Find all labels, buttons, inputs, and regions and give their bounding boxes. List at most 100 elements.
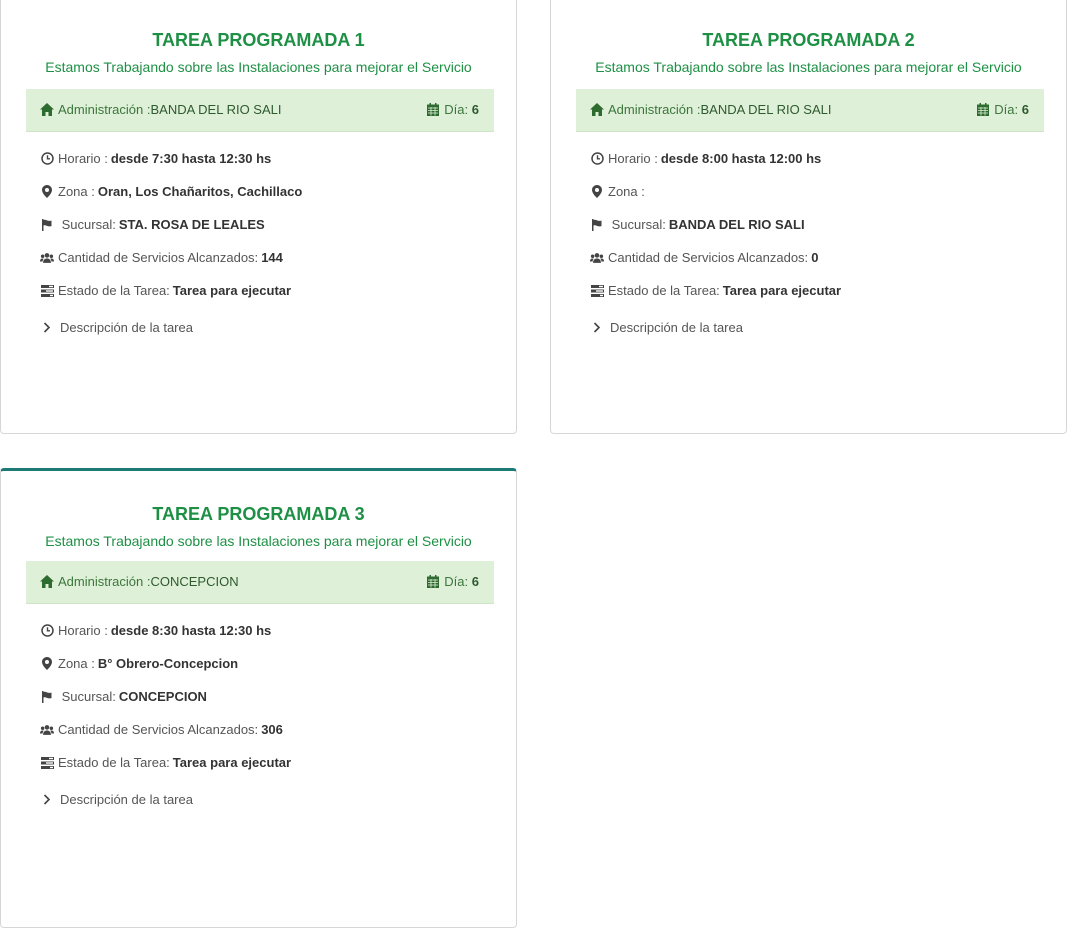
chevron-right-icon xyxy=(40,794,54,805)
descripcion-label: Descripción de la tarea xyxy=(60,792,193,807)
zona-value: Oran, Los Chañaritos, Cachillaco xyxy=(97,184,303,199)
dia-label: Día: xyxy=(994,102,1019,117)
horario-value: desde 8:30 hasta 12:30 hs xyxy=(110,623,272,638)
estado-row: Estado de la Tarea: Tarea para ejecutar xyxy=(40,746,291,779)
admin-label: Administración : xyxy=(58,102,151,117)
task-card-3: TAREA PROGRAMADA 3 Estamos Trabajando so… xyxy=(0,468,517,928)
card-subtitle: Estamos Trabajando sobre las Instalacion… xyxy=(45,59,472,75)
admin-value: BANDA DEL RIO SALI xyxy=(150,102,282,117)
sucursal-value: CONCEPCION xyxy=(118,689,207,704)
tasks-icon xyxy=(590,284,604,297)
tasks-icon xyxy=(40,284,54,297)
zona-label: Zona : xyxy=(608,184,645,199)
estado-value: Tarea para ejecutar xyxy=(172,755,292,770)
horario-value: desde 8:00 hasta 12:00 hs xyxy=(660,151,822,166)
map-marker-icon xyxy=(590,185,604,198)
map-marker-icon xyxy=(40,185,54,198)
estado-value: Tarea para ejecutar xyxy=(172,283,292,298)
descripcion-toggle[interactable]: Descripción de la tarea xyxy=(40,783,291,816)
clock-icon xyxy=(590,152,604,165)
sucursal-value: BANDA DEL RIO SALI xyxy=(668,217,805,232)
card-title: TAREA PROGRAMADA 3 xyxy=(152,504,365,524)
calendar-icon xyxy=(426,575,440,588)
horario-label: Horario : xyxy=(58,623,108,638)
descripcion-label: Descripción de la tarea xyxy=(60,320,193,335)
users-icon xyxy=(40,252,54,264)
cantidad-value: 306 xyxy=(261,722,283,737)
admin-value: CONCEPCION xyxy=(150,574,239,589)
estado-row: Estado de la Tarea: Tarea para ejecutar xyxy=(40,274,302,307)
estado-label: Estado de la Tarea: xyxy=(58,283,170,298)
home-icon xyxy=(40,575,54,588)
zona-value: B° Obrero-Concepcion xyxy=(97,656,239,671)
descripcion-label: Descripción de la tarea xyxy=(610,320,743,335)
horario-label: Horario : xyxy=(608,151,658,166)
sucursal-row: Sucursal: CONCEPCION xyxy=(40,680,291,713)
cantidad-label: Cantidad de Servicios Alcanzados: xyxy=(58,250,259,265)
cantidad-label: Cantidad de Servicios Alcanzados: xyxy=(58,722,259,737)
map-marker-icon xyxy=(40,657,54,670)
sucursal-value: STA. ROSA DE LEALES xyxy=(118,217,265,232)
descripcion-toggle[interactable]: Descripción de la tarea xyxy=(590,311,841,344)
horario-label: Horario : xyxy=(58,151,108,166)
horario-row: Horario : desde 8:30 hasta 12:30 hs xyxy=(40,614,291,647)
admin-value: BANDA DEL RIO SALI xyxy=(700,102,832,117)
admin-band: Administración : BANDA DEL RIO SALI Día: … xyxy=(576,89,1044,132)
estado-value: Tarea para ejecutar xyxy=(722,283,842,298)
sucursal-row: Sucursal: BANDA DEL RIO SALI xyxy=(590,208,841,241)
zona-row: Zona : Oran, Los Chañaritos, Cachillaco xyxy=(40,175,302,208)
users-icon xyxy=(40,724,54,736)
estado-label: Estado de la Tarea: xyxy=(608,283,720,298)
task-details: Horario : desde 8:00 hasta 12:00 hs Zona … xyxy=(590,150,841,352)
clock-icon xyxy=(40,152,54,165)
sucursal-label: Sucursal: xyxy=(611,217,666,232)
card-title: TAREA PROGRAMADA 2 xyxy=(702,30,915,50)
admin-band: Administración : CONCEPCION Día: 6 xyxy=(26,561,494,604)
dia-label: Día: xyxy=(444,574,469,589)
tasks-icon xyxy=(40,756,54,769)
admin-label: Administración : xyxy=(58,574,151,589)
zona-label: Zona : xyxy=(58,184,95,199)
admin-band: Administración : BANDA DEL RIO SALI Día: … xyxy=(26,89,494,132)
zona-row: Zona : xyxy=(590,175,841,208)
home-icon xyxy=(40,103,54,116)
sucursal-row: Sucursal: STA. ROSA DE LEALES xyxy=(40,208,302,241)
cantidad-row: Cantidad de Servicios Alcanzados: 0 xyxy=(590,241,841,274)
cantidad-label: Cantidad de Servicios Alcanzados: xyxy=(608,250,809,265)
estado-label: Estado de la Tarea: xyxy=(58,755,170,770)
calendar-icon xyxy=(426,103,440,116)
zona-label: Zona : xyxy=(58,656,95,671)
dia-value: 6 xyxy=(471,574,479,589)
chevron-right-icon xyxy=(40,322,54,333)
cantidad-row: Cantidad de Servicios Alcanzados: 144 xyxy=(40,241,302,274)
task-card-2: TAREA PROGRAMADA 2 Estamos Trabajando so… xyxy=(550,0,1067,434)
horario-value: desde 7:30 hasta 12:30 hs xyxy=(110,151,272,166)
estado-row: Estado de la Tarea: Tarea para ejecutar xyxy=(590,274,841,307)
admin-label: Administración : xyxy=(608,102,701,117)
dia-value: 6 xyxy=(471,102,479,117)
card-subtitle: Estamos Trabajando sobre las Instalacion… xyxy=(595,59,1022,75)
task-card-1: TAREA PROGRAMADA 1 Estamos Trabajando so… xyxy=(0,0,517,434)
clock-icon xyxy=(40,624,54,637)
flag-icon xyxy=(40,690,54,703)
task-details: Horario : desde 7:30 hasta 12:30 hs Zona … xyxy=(40,150,302,352)
users-icon xyxy=(590,252,604,264)
horario-row: Horario : desde 8:00 hasta 12:00 hs xyxy=(590,142,841,175)
task-details: Horario : desde 8:30 hasta 12:30 hs Zona … xyxy=(40,622,291,824)
sucursal-label: Sucursal: xyxy=(61,217,116,232)
dia-label: Día: xyxy=(444,102,469,117)
sucursal-label: Sucursal: xyxy=(61,689,116,704)
horario-row: Horario : desde 7:30 hasta 12:30 hs xyxy=(40,142,302,175)
card-title: TAREA PROGRAMADA 1 xyxy=(152,30,365,50)
cantidad-row: Cantidad de Servicios Alcanzados: 306 xyxy=(40,713,291,746)
chevron-right-icon xyxy=(590,322,604,333)
flag-icon xyxy=(590,218,604,231)
descripcion-toggle[interactable]: Descripción de la tarea xyxy=(40,311,302,344)
cantidad-value: 0 xyxy=(811,250,819,265)
cantidad-value: 144 xyxy=(261,250,283,265)
zona-row: Zona : B° Obrero-Concepcion xyxy=(40,647,291,680)
flag-icon xyxy=(40,218,54,231)
home-icon xyxy=(590,103,604,116)
dia-value: 6 xyxy=(1021,102,1029,117)
card-subtitle: Estamos Trabajando sobre las Instalacion… xyxy=(45,533,472,549)
